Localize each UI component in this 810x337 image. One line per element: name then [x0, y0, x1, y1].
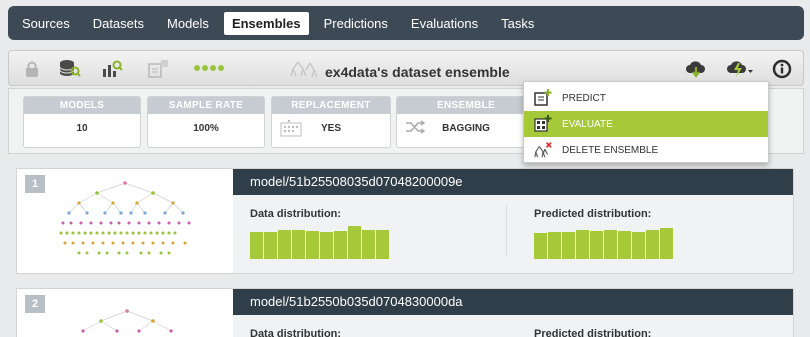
distribution-bar — [348, 226, 361, 259]
replacement-icon — [280, 119, 302, 142]
predict-disabled-icon[interactable] — [147, 58, 169, 80]
stat-value: 10 — [76, 123, 88, 134]
data-distribution-chart — [250, 225, 389, 259]
data-distribution-label: Data distribution: — [250, 328, 342, 337]
nav-datasets[interactable]: Datasets — [85, 12, 152, 35]
distribution-bar — [618, 231, 631, 259]
chart-search-icon[interactable] — [101, 58, 123, 80]
distribution-bar — [604, 230, 617, 259]
nav-tasks[interactable]: Tasks — [493, 12, 542, 35]
delete-ensemble-icon — [534, 141, 552, 159]
model-tree-thumbnail[interactable] — [57, 179, 197, 265]
model-card: 1 model/51b25508035d07048200009e Data di… — [16, 168, 794, 274]
distribution-bar — [264, 232, 277, 259]
stat-value: 100% — [193, 123, 219, 134]
nav-models[interactable]: Models — [159, 12, 217, 35]
dataset-search-icon[interactable] — [59, 58, 81, 80]
nav-sources[interactable]: Sources — [14, 12, 78, 35]
model-number: 2 — [25, 295, 45, 313]
page-title: ex4data's dataset ensemble — [325, 63, 510, 80]
progress-dots-icon — [194, 65, 224, 71]
predicted-distribution-label: Predicted distribution: — [534, 208, 652, 220]
actions-menu-icon[interactable] — [727, 58, 755, 80]
distribution-bar — [362, 230, 375, 259]
stat-header: MODELS — [24, 97, 140, 114]
predicted-distribution-chart — [534, 225, 673, 259]
ensemble-title: ex4data's dataset ensemble — [289, 59, 510, 84]
model-card: 2 model/51b2550b035d0704830000da Data di… — [16, 288, 794, 337]
top-nav: Sources Datasets Models Ensembles Predic… — [8, 6, 804, 40]
ensemble-icon — [289, 59, 319, 84]
distribution-bar — [250, 232, 263, 259]
distribution-bar — [548, 232, 561, 259]
distribution-bar — [646, 230, 659, 259]
distribution-bar — [278, 230, 291, 259]
model-id-link[interactable]: model/51b2550b035d0704830000da — [233, 289, 793, 315]
nav-predictions[interactable]: Predictions — [316, 12, 396, 35]
shuffle-icon — [405, 120, 426, 139]
model-details: model/51b2550b035d0704830000da Data dist… — [233, 289, 793, 337]
nav-evaluations[interactable]: Evaluations — [403, 12, 486, 35]
stat-sample-rate: SAMPLE RATE 100% — [147, 96, 265, 148]
model-details: model/51b25508035d07048200009e Data dist… — [233, 169, 793, 273]
distribution-bar — [660, 228, 673, 259]
data-distribution-label: Data distribution: — [250, 208, 342, 220]
menu-item-label: PREDICT — [562, 92, 606, 104]
model-number: 1 — [25, 175, 45, 193]
model-id-link[interactable]: model/51b25508035d07048200009e — [233, 169, 793, 195]
predicted-distribution-label: Predicted distribution: — [534, 328, 652, 337]
distribution-bar — [534, 233, 547, 259]
distribution-bar — [590, 231, 603, 259]
stat-ensemble: ENSEMBLE BAGGING — [396, 96, 536, 148]
distribution-bar — [320, 232, 333, 259]
info-icon[interactable] — [771, 58, 793, 80]
model-tree-thumbnail[interactable] — [57, 299, 197, 337]
distribution-bar — [334, 231, 347, 259]
lock-icon[interactable] — [21, 58, 43, 80]
distribution-bar — [306, 231, 319, 259]
distribution-bar — [292, 230, 305, 259]
stat-header: SAMPLE RATE — [148, 97, 264, 114]
distribution-bar — [376, 230, 389, 259]
distribution-bar — [632, 232, 645, 259]
stat-replacement: REPLACEMENT YES — [271, 96, 391, 148]
distribution-bar — [562, 232, 575, 259]
stat-header: REPLACEMENT — [272, 97, 390, 114]
actions-dropdown: PREDICT EVALUATE DELETE ENSEMBLE — [523, 81, 769, 163]
predict-icon — [534, 89, 552, 107]
evaluate-icon — [534, 115, 552, 133]
menu-item-evaluate[interactable]: EVALUATE — [524, 111, 768, 137]
menu-item-delete-ensemble[interactable]: DELETE ENSEMBLE — [524, 137, 768, 163]
distribution-bar — [576, 230, 589, 259]
divider — [506, 205, 507, 257]
nav-ensembles[interactable]: Ensembles — [223, 11, 309, 35]
stat-models: MODELS 10 — [23, 96, 141, 148]
menu-item-predict[interactable]: PREDICT — [524, 85, 768, 111]
menu-item-label: EVALUATE — [562, 118, 613, 130]
menu-item-label: DELETE ENSEMBLE — [562, 144, 659, 156]
download-icon[interactable] — [685, 58, 707, 80]
stat-header: ENSEMBLE — [397, 97, 535, 114]
